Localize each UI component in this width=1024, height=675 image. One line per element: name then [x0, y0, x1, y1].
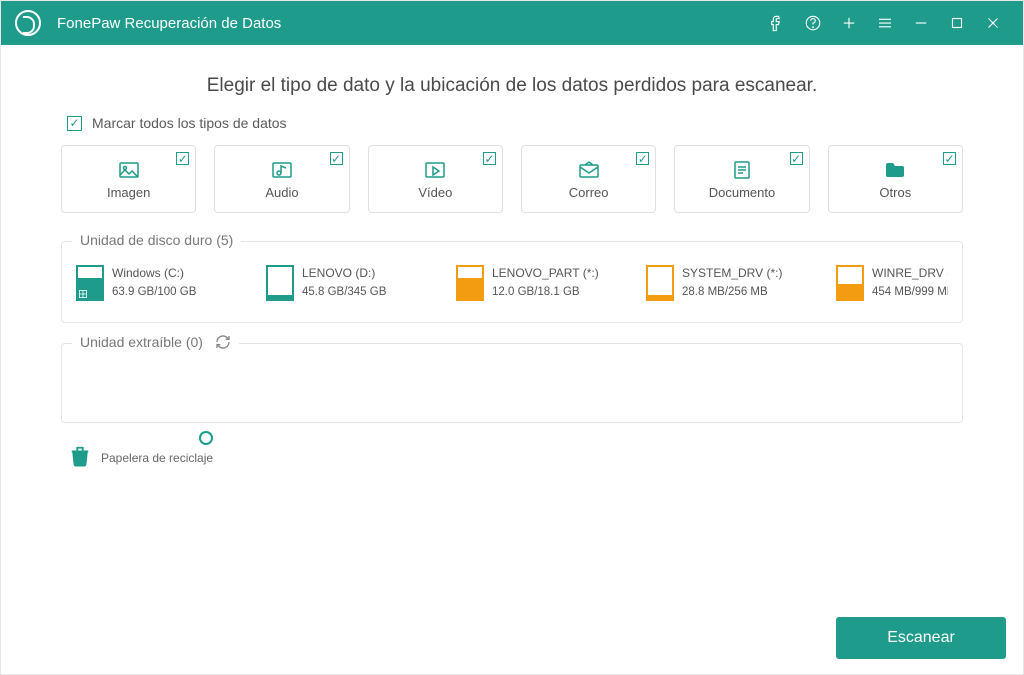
type-label: Documento: [709, 185, 775, 200]
type-checkbox[interactable]: [636, 152, 649, 165]
audio-icon: [268, 159, 296, 181]
type-card-video[interactable]: Vídeo: [368, 145, 503, 213]
document-icon: [728, 159, 756, 181]
type-label: Correo: [569, 185, 609, 200]
recycle-bin-row[interactable]: Papelera de reciclaje: [69, 443, 963, 474]
drive-info: Windows (C:)63.9 GB/100 GB: [112, 264, 196, 302]
trash-icon: [69, 443, 91, 474]
drive-name: Windows (C:): [112, 264, 196, 283]
drive-name: LENOVO_PART (*:): [492, 264, 599, 283]
titlebar-controls: [761, 7, 1009, 39]
facebook-icon[interactable]: [761, 7, 793, 39]
drive-stat: 28.8 MB/256 MB: [682, 283, 782, 301]
type-card-mail[interactable]: Correo: [521, 145, 656, 213]
hdd-section-title: Unidad de disco duro (5): [72, 232, 241, 248]
menu-icon[interactable]: [869, 7, 901, 39]
drive-item[interactable]: LENOVO (D:)45.8 GB/345 GB: [266, 264, 436, 302]
drive-stat: 63.9 GB/100 GB: [112, 283, 196, 301]
app-logo-icon: [15, 10, 41, 36]
type-label: Otros: [879, 185, 911, 200]
drive-info: SYSTEM_DRV (*:)28.8 MB/256 MB: [682, 264, 782, 302]
drive-item[interactable]: WINRE_DRV (*:)454 MB/999 MB: [836, 264, 948, 302]
drive-icon: [836, 265, 864, 301]
type-label: Imagen: [107, 185, 150, 200]
minimize-icon[interactable]: [905, 7, 937, 39]
app-title: FonePaw Recuperación de Datos: [57, 15, 281, 32]
drive-stat: 12.0 GB/18.1 GB: [492, 283, 599, 301]
drive-item[interactable]: Windows (C:)63.9 GB/100 GB: [76, 264, 246, 302]
main-content: Elegir el tipo de dato y la ubicación de…: [1, 45, 1023, 494]
drive-info: LENOVO (D:)45.8 GB/345 GB: [302, 264, 386, 302]
drive-icon: [646, 265, 674, 301]
type-card-image[interactable]: Imagen: [61, 145, 196, 213]
video-icon: [421, 159, 449, 181]
drive-item[interactable]: SYSTEM_DRV (*:)28.8 MB/256 MB: [646, 264, 816, 302]
image-icon: [115, 159, 143, 181]
drives-row: Windows (C:)63.9 GB/100 GB LENOVO (D:)45.…: [76, 264, 948, 310]
type-label: Audio: [265, 185, 298, 200]
drive-icon: [76, 265, 104, 301]
close-icon[interactable]: [977, 7, 1009, 39]
recycle-bin-label: Papelera de reciclaje: [101, 451, 213, 465]
type-checkbox[interactable]: [330, 152, 343, 165]
drive-item[interactable]: LENOVO_PART (*:)12.0 GB/18.1 GB: [456, 264, 626, 302]
drive-name: WINRE_DRV (*:): [872, 264, 948, 283]
type-checkbox[interactable]: [943, 152, 956, 165]
hdd-section: Unidad de disco duro (5) Windows (C:)63.…: [61, 241, 963, 323]
hdd-section-title-text: Unidad de disco duro (5): [80, 232, 233, 248]
help-icon[interactable]: [797, 7, 829, 39]
check-all-checkbox[interactable]: [67, 116, 82, 131]
removable-section-title-text: Unidad extraíble (0): [80, 334, 203, 350]
check-all-row[interactable]: Marcar todos los tipos de datos: [67, 115, 963, 131]
page-heading: Elegir el tipo de dato y la ubicación de…: [61, 75, 963, 97]
removable-section: Unidad extraíble (0): [61, 343, 963, 423]
folder-icon: [881, 159, 909, 181]
drive-icon: [266, 265, 294, 301]
drive-name: LENOVO (D:): [302, 264, 386, 283]
removable-section-title: Unidad extraíble (0): [72, 334, 239, 350]
type-checkbox[interactable]: [176, 152, 189, 165]
plus-icon[interactable]: [833, 7, 865, 39]
mail-icon: [575, 159, 603, 181]
drive-icon: [456, 265, 484, 301]
type-card-document[interactable]: Documento: [674, 145, 809, 213]
type-card-audio[interactable]: Audio: [214, 145, 349, 213]
titlebar: FonePaw Recuperación de Datos: [1, 1, 1023, 45]
data-type-row: Imagen Audio Vídeo Correo Documento Otros: [61, 145, 963, 213]
drive-info: WINRE_DRV (*:)454 MB/999 MB: [872, 264, 948, 302]
type-label: Vídeo: [418, 185, 452, 200]
refresh-icon[interactable]: [215, 334, 231, 350]
type-checkbox[interactable]: [790, 152, 803, 165]
drive-name: SYSTEM_DRV (*:): [682, 264, 782, 283]
check-all-label: Marcar todos los tipos de datos: [92, 115, 287, 131]
type-checkbox[interactable]: [483, 152, 496, 165]
drive-stat: 45.8 GB/345 GB: [302, 283, 386, 301]
recycle-bin-radio[interactable]: [199, 431, 213, 445]
drive-info: LENOVO_PART (*:)12.0 GB/18.1 GB: [492, 264, 599, 302]
maximize-icon[interactable]: [941, 7, 973, 39]
drive-stat: 454 MB/999 MB: [872, 283, 948, 301]
scan-button[interactable]: Escanear: [836, 617, 1006, 659]
type-card-folder[interactable]: Otros: [828, 145, 963, 213]
